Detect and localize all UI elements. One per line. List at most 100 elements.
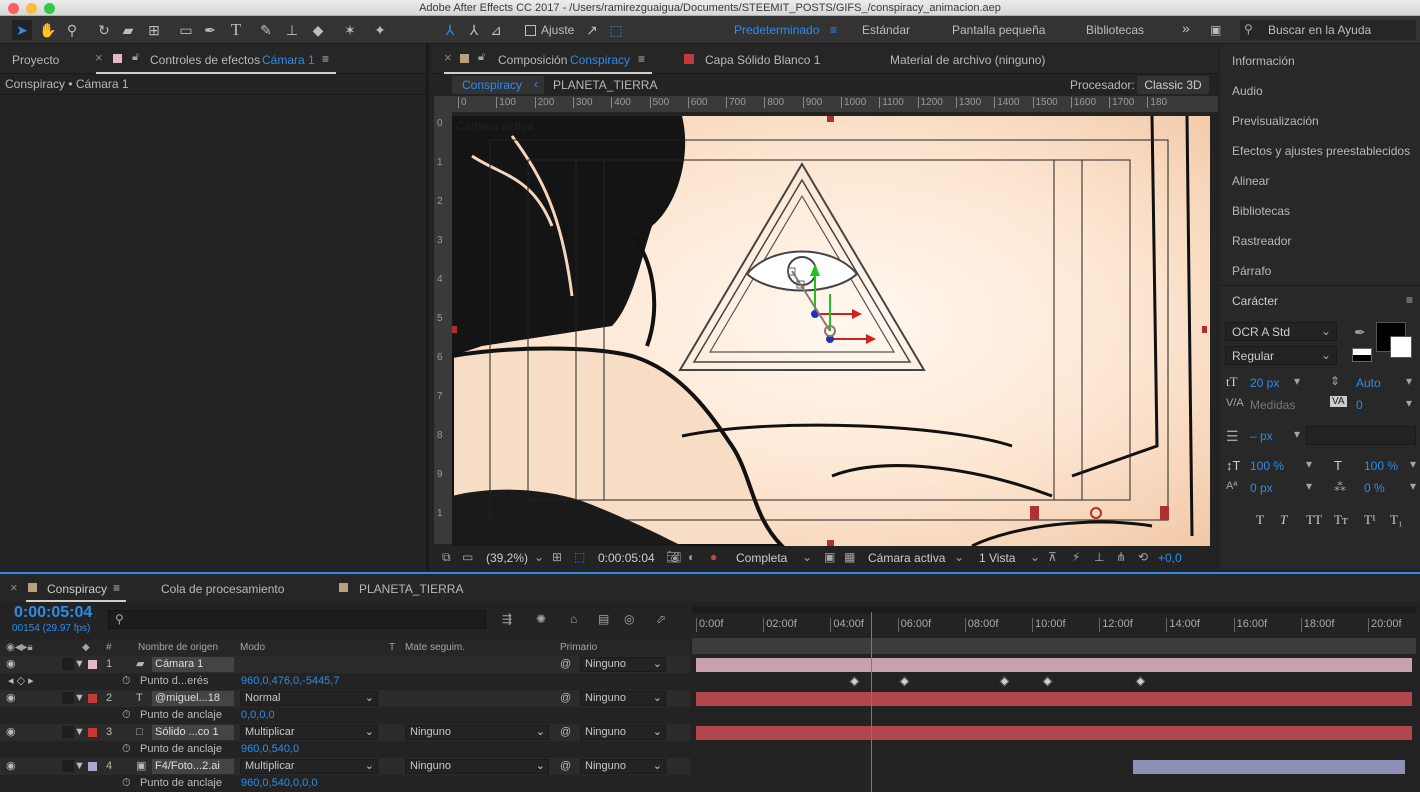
shy-layers-icon[interactable]: ⌂ <box>570 612 577 626</box>
layer-duration-bar[interactable] <box>1132 760 1405 774</box>
fit-icon[interactable]: ⊞ <box>552 550 562 564</box>
layer-name[interactable]: @miguel...18 <box>152 691 234 706</box>
composition-viewer[interactable]: Cámara activa <box>452 116 1210 546</box>
blend-mode-dropdown[interactable]: Normal ⌄ <box>240 691 378 706</box>
font-family-dropdown[interactable]: OCR A Std ⌄ <box>1225 322 1337 341</box>
layer-duration-bar[interactable] <box>696 658 1412 672</box>
eye-icon[interactable]: ◉ <box>6 656 16 673</box>
view-axis-icon[interactable]: ⊿ <box>486 20 506 40</box>
keyframe-marker[interactable] <box>1042 676 1053 687</box>
vertical-scale-value[interactable]: 100 % <box>1250 459 1284 473</box>
tab-project[interactable]: Proyecto <box>12 53 59 67</box>
motion-blur-icon[interactable]: ◎ <box>624 612 634 626</box>
all-caps-button[interactable]: TT <box>1306 512 1322 528</box>
panel-menu-icon[interactable]: ≡ <box>113 581 120 595</box>
subscript-button[interactable]: T₁ <box>1390 512 1402 528</box>
panel-menu-icon[interactable]: ≡ <box>322 52 329 66</box>
world-axis-icon[interactable]: ⅄ <box>464 20 484 40</box>
panel-menu-icon[interactable]: ≡ <box>638 52 645 66</box>
eraser-tool-icon[interactable]: ◆ <box>308 20 328 40</box>
panel-paragraph[interactable]: Párrafo <box>1232 264 1271 278</box>
timeline-tab-conspiracy[interactable]: Conspiracy <box>47 582 107 596</box>
layer-row[interactable]: ◉ ▼ 4 ▣ F4/Foto...2.ai Multiplicar ⌄ Ninguno ⌄ @ N… <box>0 758 690 775</box>
viewer-timecode[interactable]: 0:00:05:04 <box>598 551 655 565</box>
workspace-small-screen[interactable]: Pantalla pequeña <box>952 23 1045 37</box>
tab-composition-name[interactable]: Conspiracy <box>570 53 630 67</box>
sync-settings-icon[interactable]: ▣ <box>1210 23 1221 37</box>
stopwatch-icon[interactable]: ⏱︎ <box>122 673 131 690</box>
panel-audio[interactable]: Audio <box>1232 84 1263 98</box>
pan-behind-tool-icon[interactable]: ⊞ <box>144 20 164 40</box>
help-search-box[interactable]: ⚲ Buscar en la Ayuda <box>1240 20 1416 40</box>
frame-blending-icon[interactable]: ▤ <box>598 612 609 626</box>
close-tab-icon[interactable]: × <box>95 50 103 65</box>
lock-switch[interactable] <box>62 692 74 704</box>
zoom-dropdown[interactable]: (39,2%) <box>486 551 528 565</box>
transparency-grid-icon[interactable]: ▦ <box>844 550 855 564</box>
leading-value[interactable]: Auto <box>1356 376 1381 390</box>
panel-align[interactable]: Alinear <box>1232 174 1269 188</box>
font-style-dropdown[interactable]: Regular ⌄ <box>1225 346 1337 365</box>
lock-icon[interactable]: 🔓︎ <box>132 51 139 64</box>
color-channel-icon[interactable]: ● <box>710 550 717 564</box>
tab-footage[interactable]: Material de archivo (ninguno) <box>890 53 1045 67</box>
eye-icon[interactable]: ◉ <box>6 758 16 775</box>
text-tool-icon[interactable]: T <box>226 20 246 40</box>
timeline-tab-render-queue[interactable]: Cola de procesamiento <box>161 582 284 596</box>
tab-composition[interactable]: Composición <box>498 53 567 67</box>
work-area-range[interactable] <box>692 638 1416 654</box>
property-value[interactable]: 0,0,0,0 <box>241 707 275 724</box>
lock-switch[interactable] <box>62 760 74 772</box>
layer-row[interactable]: ◉ ▼ 3 □ Sólido ...co 1 Multiplicar ⌄ Ninguno ⌄ @ N… <box>0 724 690 741</box>
twirl-down-icon[interactable]: ▼ <box>74 690 85 707</box>
snapshot-icon[interactable]: 📷︎ <box>666 550 681 564</box>
comp-mini-flowchart-icon[interactable]: ⇶ <box>502 612 512 626</box>
camera-view-dropdown[interactable]: Cámara activa <box>868 551 945 565</box>
rotate-tool-icon[interactable]: ↻ <box>94 20 114 40</box>
region-of-interest-icon[interactable]: ▣ <box>824 550 835 564</box>
twirl-down-icon[interactable]: ▼ <box>74 758 85 775</box>
lock-switch[interactable] <box>62 658 74 670</box>
col-source-name[interactable]: Nombre de origen <box>138 640 218 656</box>
layer-duration-bar[interactable] <box>696 726 1412 740</box>
tsume-value[interactable]: 0 % <box>1364 481 1385 495</box>
stroke-color-swatch[interactable] <box>1390 336 1412 358</box>
keyframe-marker[interactable] <box>899 676 910 687</box>
parent-dropdown[interactable]: Ninguno ⌄ <box>580 691 666 706</box>
flowchart-icon[interactable]: ⋔ <box>1116 550 1126 564</box>
track-matte-dropdown[interactable]: Ninguno ⌄ <box>405 725 549 740</box>
snap-target-icon[interactable]: ⬚ <box>606 20 626 40</box>
zoom-tool-icon[interactable]: ⚲ <box>62 20 82 40</box>
parent-dropdown[interactable]: Ninguno ⌄ <box>580 759 666 774</box>
blend-mode-dropdown[interactable]: Multiplicar ⌄ <box>240 759 378 774</box>
panel-libraries[interactable]: Bibliotecas <box>1232 204 1290 218</box>
superscript-button[interactable]: T¹ <box>1364 512 1376 528</box>
keyframe-marker[interactable] <box>1135 676 1146 687</box>
subtab-planeta-tierra[interactable]: PLANETA_TIERRA <box>553 78 657 92</box>
eye-icon[interactable]: ◉ <box>6 724 16 741</box>
panel-character-title[interactable]: Carácter <box>1232 294 1278 308</box>
workspace-standard[interactable]: Estándar <box>862 23 910 37</box>
pick-whip-icon[interactable]: @ <box>560 656 571 673</box>
lock-icon[interactable]: 🔓︎ <box>478 51 485 64</box>
faux-italic-button[interactable]: T <box>1280 512 1287 528</box>
playhead[interactable] <box>871 612 873 792</box>
eye-icon[interactable]: ◉ <box>6 690 16 707</box>
parent-dropdown[interactable]: Ninguno ⌄ <box>580 657 666 672</box>
track-matte-dropdown[interactable]: Ninguno ⌄ <box>405 759 549 774</box>
tracking-value[interactable]: 0 <box>1356 398 1363 412</box>
baseline-shift-value[interactable]: 0 px <box>1250 481 1273 495</box>
resolution-dropdown[interactable]: Completa <box>736 551 787 565</box>
minimize-window-button[interactable] <box>26 3 37 14</box>
pick-whip-icon[interactable]: @ <box>560 758 571 775</box>
monitor-icon[interactable]: ▭ <box>462 550 473 564</box>
layer-label-color[interactable] <box>88 728 97 737</box>
layer-duration-bar[interactable] <box>696 692 1412 706</box>
fast-preview-icon[interactable]: ⚡︎ <box>1072 550 1080 564</box>
puppet-tool-icon[interactable]: ✦ <box>370 20 390 40</box>
layer-name[interactable]: Sólido ...co 1 <box>152 725 234 740</box>
layer-name[interactable]: Cámara 1 <box>152 657 234 672</box>
tab-effects-controls[interactable]: Controles de efectos <box>150 53 260 67</box>
keyframe-nav-icon[interactable]: ◂ ◇ ▸ <box>8 673 34 690</box>
pick-whip-icon[interactable]: @ <box>560 724 571 741</box>
